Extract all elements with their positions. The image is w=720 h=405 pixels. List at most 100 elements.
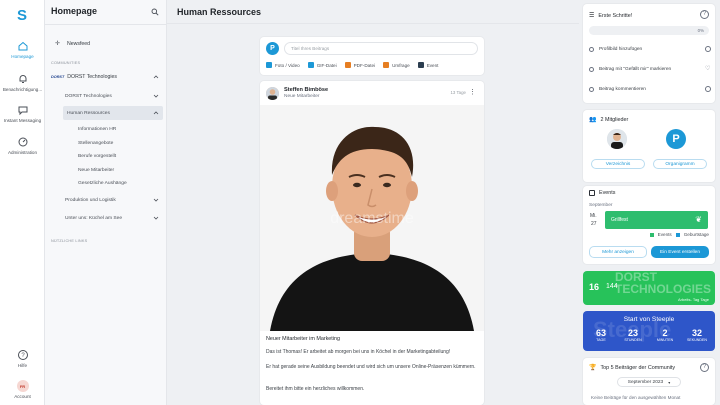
home-icon [18,41,27,51]
sidebar-subitem-label: Gesetzliche Aushänge [78,180,127,186]
post-author[interactable]: Steffen Bimböse [284,87,328,93]
rail-messaging-label: Instant Messaging [3,118,42,123]
month-select-value: September 2023 [627,379,664,385]
calendar-icon [589,190,595,196]
more-options-icon[interactable]: ⋮ [469,88,476,96]
top5-title: Top 5 Beiträger der Community [600,364,676,371]
events-legend: Events Geburtstage [649,232,709,237]
pdf-icon [344,62,351,68]
orgchart-button[interactable]: Organigramm [653,159,707,169]
gif-button[interactable]: GIF-Datei [307,62,337,68]
legend-events-label: Events [657,232,672,237]
search-icon[interactable] [151,8,159,16]
workday-banner: DORST TECHNOLOGIES 16 144 Arbeits- Tag T… [583,271,715,305]
month-select[interactable]: September 2023 ▾ [617,377,681,387]
members-title: 2 Mitglieder [600,116,629,123]
post-text-line: Das ist Thomas! Er arbeitet ab morgen be… [266,349,451,355]
event-day-num: 27 [591,221,597,227]
pdf-button[interactable]: PDF-Datei [344,62,376,68]
post-text-line: Bereitet ihm bitte ein herzliches willko… [266,386,365,392]
photo-watermark: dreamstime [330,210,414,227]
action-label: Umfrage [392,62,410,68]
rail-notifications[interactable]: Benachrichtigung... [0,73,45,92]
banner-bg-text: DORST TECHNOLOGIES [615,271,712,296]
member-avatar-photo[interactable] [607,129,627,149]
create-event-button[interactable]: Ein Event erstellen [651,246,709,258]
countdown-number: 32 [691,328,702,338]
action-label: GIF-Datei [316,62,337,68]
rail-messaging[interactable]: Instant Messaging [0,104,45,123]
sidebar-subitem[interactable]: Neue Mitarbeiter [78,164,163,176]
show-more-button[interactable]: Mehr anzeigen [589,246,647,258]
top5-card: 🏆 Top 5 Beiträger der Community ? Septem… [583,358,715,405]
event-item[interactable]: Grillfest ❦ [605,211,708,229]
sidebar-item-label: Human Ressources [67,110,110,116]
post-photo-image: dreamstime [260,105,484,331]
sidebar-subitem[interactable]: Gesetzliche Aushänge [78,177,163,189]
post-photo[interactable]: dreamstime [260,105,484,331]
gif-icon [307,62,314,68]
step-item[interactable]: Beitrag mit "Gefällt mir" markieren ♡ [589,66,711,72]
post-author-role: Neue Mitarbeiter [284,94,320,99]
member-avatar-p[interactable]: P [666,129,686,149]
rail-admin[interactable]: Administration [0,136,45,155]
rail-account[interactable]: FR Account [0,380,45,399]
sidebar-subitem[interactable]: Informationen HR [78,123,163,135]
top5-empty-message: Keine Beiträge für den ausgewählten Mona… [591,395,681,400]
sidebar-subitem[interactable]: Stellenangebote [78,137,163,149]
step-label: Beitrag mit "Gefällt mir" markieren [599,66,672,72]
chevron-up-icon[interactable] [153,74,159,80]
chevron-down-icon[interactable] [153,215,159,221]
sidebar-community[interactable]: DORST DORST Technologies [51,70,163,84]
post-text-line: Er hat gerade seine Ausbildung beendet u… [266,364,476,370]
help-circle-icon[interactable]: ? [700,10,709,19]
step-circle-icon [589,66,594,72]
sidebar-item-label: Unter uns: Küchel am See [65,215,123,221]
step-item[interactable]: Profilbild hinzufügen [589,46,711,52]
list-icon: ☰ [589,13,595,19]
sidebar-item-dorst[interactable]: DORST Technologies [65,89,163,103]
left-rail: S Homepage Benachrichtigung... Instant M… [0,0,45,405]
chevron-up-icon[interactable] [153,110,159,116]
top5-header: 🏆 Top 5 Beiträger der Community [589,364,676,372]
sidebar-item-production[interactable]: Produktion und Logistik [65,193,163,207]
countdown-number: 23 [627,328,638,338]
poll-button[interactable]: Umfrage [383,62,410,68]
rail-help-label: Hilfe [17,363,28,368]
countdown-card: Steeple Start von Steeple 63 TAGE 23 STUND… [583,311,715,351]
app-logo[interactable]: S [13,6,31,24]
photo-video-button[interactable]: Foto / Video [266,62,300,68]
sidebar-subitem[interactable]: Berufe vorgestellt [78,150,163,162]
events-month: September [589,203,613,208]
countdown-days: 63 TAGE [587,328,615,342]
rail-admin-label: Administration [7,150,38,155]
members-card: 👥 2 Mitglieder P Verzeichnis Organigramm [583,110,715,182]
dashboard-icon [18,137,27,147]
step-circle-icon [589,86,594,92]
banner-number-b: 144 [606,283,618,290]
countdown-seconds: 32 SEKUNDEN [683,328,711,342]
sidebar-item-hr[interactable]: Human Ressources [63,106,163,120]
help-circle-icon[interactable]: ? [700,363,709,372]
author-avatar[interactable] [266,87,279,100]
secondary-sidebar: Homepage ✛ Newsfeed COMMUNITIES DORST DO… [45,0,167,405]
rail-homepage[interactable]: Homepage [0,40,45,59]
event-button[interactable]: Event [417,62,438,68]
sidebar-item-newsfeed[interactable]: ✛ Newsfeed [51,37,163,51]
sidebar-item-kitchen[interactable]: Unter uns: Küchel am See [65,211,163,225]
page-title: Human Ressources [177,7,262,17]
events-header: Events [589,190,615,196]
chevron-down-icon[interactable] [153,197,159,203]
chevron-down-icon[interactable] [153,93,159,99]
action-label: PDF-Datei [353,62,376,68]
countdown-unit: MINUTEN [656,338,674,342]
directory-button[interactable]: Verzeichnis [591,159,645,169]
post-title-input[interactable]: Titel Ihres Beitrags [284,42,478,55]
step-item[interactable]: Beitrag kommentieren [589,86,711,92]
sidebar-subitem-label: Stellenangebote [78,140,114,146]
events-card: Events September Mi. 27 Grillfest ❦ Even… [583,186,715,264]
leaf-icon: ❦ [695,215,702,224]
rail-help[interactable]: ? Hilfe [0,349,45,368]
sidebar-subitem-label: Informationen HR [78,126,117,132]
trophy-icon: 🏆 [589,365,597,371]
